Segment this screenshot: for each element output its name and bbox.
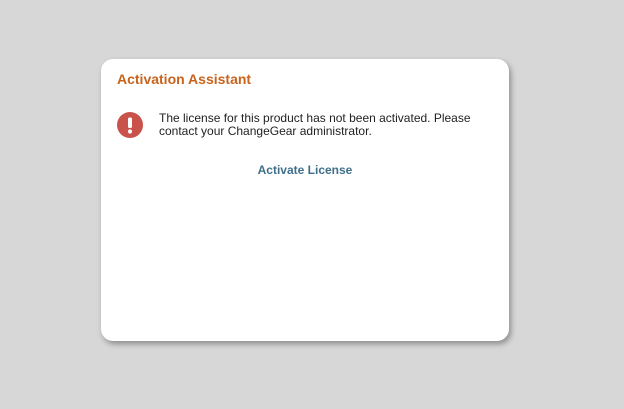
exclamation-circle-icon (117, 112, 143, 138)
activate-license-link[interactable]: Activate License (101, 163, 509, 177)
dialog-title: Activation Assistant (117, 71, 252, 87)
message-row: The license for this product has not bee… (117, 112, 493, 138)
license-message: The license for this product has not bee… (159, 111, 471, 138)
activation-dialog: Activation Assistant The license for thi… (101, 59, 509, 341)
